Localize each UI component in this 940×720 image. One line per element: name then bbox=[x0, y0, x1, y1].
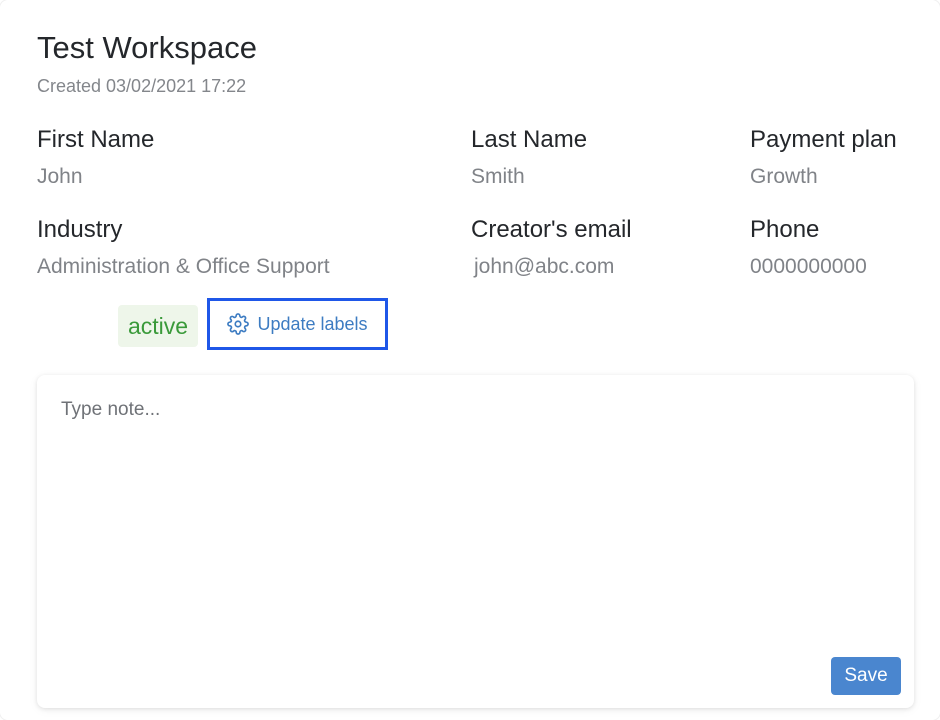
first-name-value: John bbox=[37, 165, 83, 188]
payment-plan-label: Payment plan bbox=[750, 126, 897, 153]
workspace-details-panel: Test Workspace Created 03/02/2021 17:22 … bbox=[0, 0, 940, 720]
payment-plan-value: Growth bbox=[750, 165, 818, 188]
update-labels-button[interactable]: Update labels bbox=[207, 298, 388, 350]
last-name-value: Smith bbox=[471, 165, 525, 188]
page-title: Test Workspace bbox=[37, 30, 257, 65]
update-labels-label: Update labels bbox=[257, 313, 368, 334]
phone-label: Phone bbox=[750, 216, 820, 243]
creator-email-label: Creator's email bbox=[471, 216, 632, 243]
creator-email-value: john@abc.com bbox=[474, 255, 615, 278]
created-timestamp: Created 03/02/2021 17:22 bbox=[37, 76, 247, 96]
phone-value: 0000000000 bbox=[750, 255, 867, 278]
note-card: Save bbox=[37, 375, 914, 708]
gear-icon bbox=[227, 313, 250, 335]
industry-value: Administration & Office Support bbox=[37, 255, 330, 278]
industry-label: Industry bbox=[37, 216, 123, 243]
save-button[interactable]: Save bbox=[831, 657, 901, 695]
last-name-label: Last Name bbox=[471, 126, 588, 153]
first-name-label: First Name bbox=[37, 126, 155, 153]
note-input[interactable] bbox=[45, 383, 906, 643]
status-badge: active bbox=[118, 305, 199, 347]
